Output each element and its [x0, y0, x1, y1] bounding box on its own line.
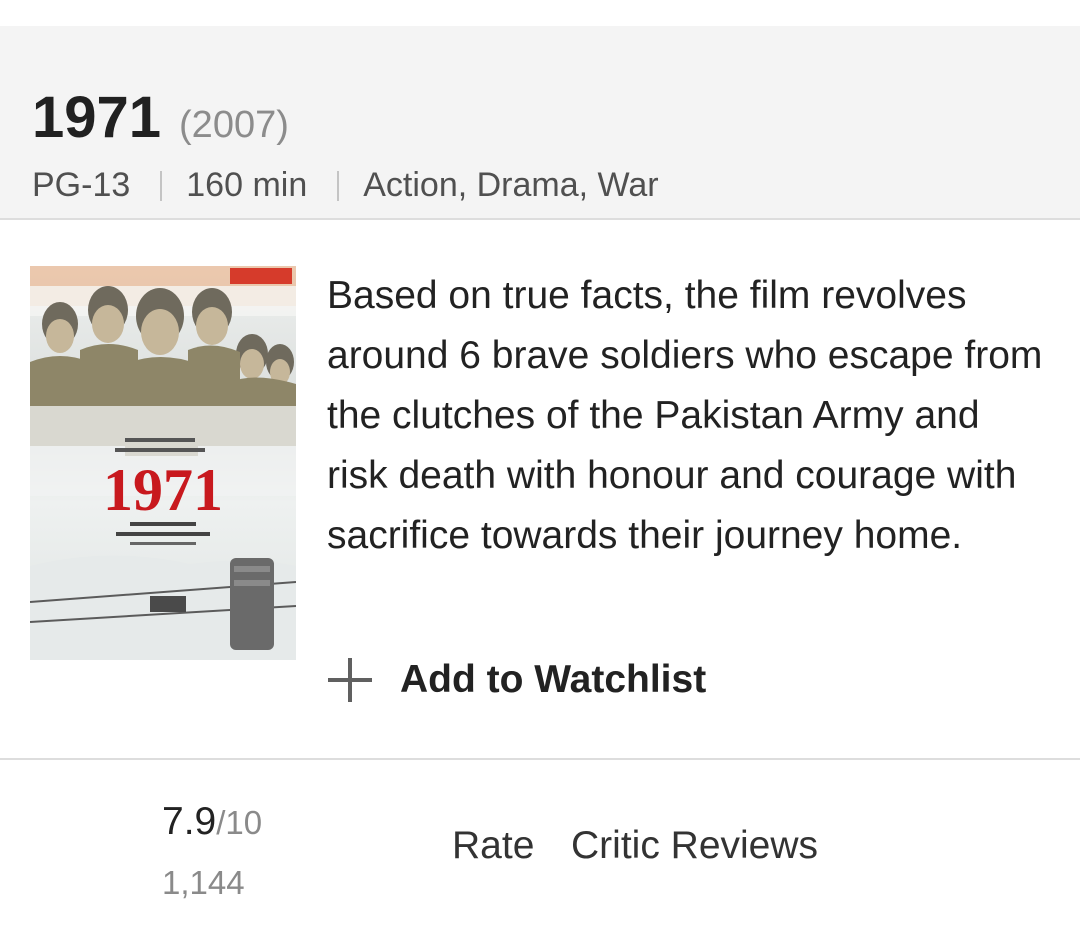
movie-title: 1971	[32, 85, 162, 150]
add-to-watchlist-button[interactable]: Add to Watchlist	[328, 658, 706, 702]
watchlist-label: Add to Watchlist	[400, 658, 707, 701]
movie-year: (2007)	[179, 104, 289, 146]
meta-row: PG-13 160 min Action, Drama, War	[32, 166, 659, 205]
title-header: 1971 (2007) PG-13 160 min Action, Drama,…	[0, 26, 1080, 220]
plus-icon	[328, 658, 372, 702]
meta-divider	[337, 170, 340, 201]
critic-reviews-button[interactable]: Critic Reviews	[571, 824, 818, 868]
poster-image[interactable]: 1971	[30, 266, 296, 660]
score-value: 7.9	[162, 800, 217, 843]
plot-summary: Based on true facts, the film revolves a…	[327, 274, 1043, 557]
poster-art: 1971	[30, 266, 296, 660]
poster-title: 1971	[103, 457, 223, 523]
overview-section: 1971 Based on true facts, the film revol…	[0, 220, 1080, 760]
runtime: 160 min	[186, 166, 308, 204]
user-score: 7.9/10	[162, 800, 262, 844]
meta-divider	[160, 170, 163, 201]
vote-count: 1,144	[162, 864, 245, 901]
title-row: 1971 (2007)	[32, 84, 289, 151]
score-max: /10	[216, 804, 263, 841]
rate-button[interactable]: Rate	[452, 824, 534, 868]
movie-detail-page: 1971 (2007) PG-13 160 min Action, Drama,…	[0, 0, 1080, 940]
content-rating: PG-13	[32, 166, 131, 204]
genres: Action, Drama, War	[363, 166, 659, 204]
ratings-bar: 7.9/10 1,144 Rate Critic Reviews	[0, 760, 1080, 940]
